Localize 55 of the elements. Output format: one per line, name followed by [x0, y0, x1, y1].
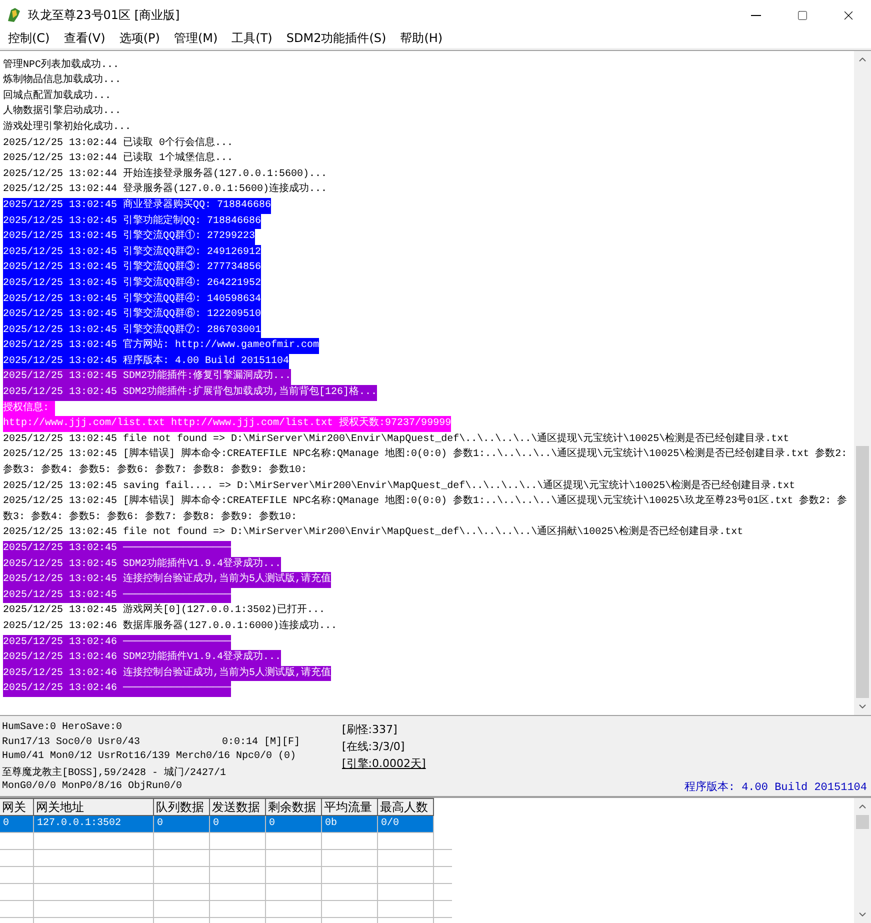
version-text: 程序版本: 4.00 Build 20151104 [684, 780, 867, 794]
log-line: 管理NPC列表加载成功... [3, 60, 120, 71]
status-text: 至尊魔龙教主[BOSS],59/2428 - 城门/2427/1 [2, 766, 226, 779]
log-line: 炼制物品信息加载成功... [3, 75, 122, 86]
table-cell[interactable]: 0 [0, 816, 34, 833]
status-text: MonG0/0/0 MonP0/8/16 ObjRun0/0 [2, 781, 182, 792]
log-line: 2025/12/25 13:02:46 数据库服务器(127.0.0.1:6000)连接成功... [3, 620, 338, 632]
log-line: 2025/12/25 13:02:45 游戏网关[0](127.0.0.1:3502)已打开... [3, 605, 326, 616]
column-header[interactable]: 平均流量 [322, 798, 378, 816]
column-header[interactable]: 发送数据 [210, 798, 266, 816]
log-line: 2025/12/25 13:02:45 saving fail.... => D:\MirServer\Mir200\Envir\MapQuest_def\..\..\..\..\通区提现\元宝统计\10025\检测是否已经创建目录.txt [3, 480, 796, 492]
log-line: 2025/12/25 13:02:45 file not found => D:\MirServer\Mir200\Envir\MapQuest_def\..\..\..\..\通区捐献\10025\检测是否已经创建目录.txt [3, 527, 744, 538]
column-header[interactable]: 网关地址 [34, 798, 154, 816]
menu-item[interactable]: SDM2功能插件(S) [280, 30, 392, 48]
table-cell[interactable]: 0 [266, 816, 322, 833]
scroll-thumb[interactable] [856, 446, 869, 698]
log-line: 2025/12/25 13:02:45 file not found => D:\MirServer\Mir200\Envir\MapQuest_def\..\..\..\..\通区提现\元宝统计\10025\检测是否已经创建目录.txt [3, 434, 790, 445]
counter-text: [在线:3/3/0] [342, 739, 406, 754]
menu-item[interactable]: 工具(T) [226, 30, 278, 48]
menu-item[interactable]: 管理(M) [168, 30, 224, 48]
table-cell[interactable]: 0 [154, 816, 210, 833]
log-line: 回城点配置加载成功... [3, 90, 112, 102]
menu-item[interactable]: 选项(P) [113, 30, 166, 48]
log-line: 游戏处理引擎初始化成功... [3, 122, 132, 133]
column-header[interactable]: 队列数据 [154, 798, 210, 816]
log-line: 2025/12/25 13:02:45 [脚本错误] 脚本命令:CREATEFILE NPC名称:QManage 地图:0(0:0) 参数1:..\..\..\..\通区提现\元宝统计\10025\检测是否已经创建目录.txt 参数2: 参数3: 参数4: 参数5: 参数6: 参数7: 参数8: 参数9: 参数10: [3, 449, 848, 476]
table-cell[interactable]: 0b [322, 816, 378, 833]
log-line: 2025/12/25 13:02:45 [脚本错误] 脚本命令:CREATEFILE NPC名称:QManage 地图:0(0:0) 参数1:..\..\..\..\通区提现\元宝统计\10025\玖龙至尊23号01区.txt 参数2: 参数3: 参数4: 参数5: 参数6: 参数7: 参数8: 参数9: 参数10: [3, 496, 848, 523]
menu-item[interactable]: 控制(C) [2, 30, 56, 48]
scroll-thumb[interactable] [856, 815, 869, 829]
table-cell[interactable]: 0/0 [378, 816, 434, 833]
maximize-icon [796, 10, 808, 20]
table-scrollbar[interactable] [854, 798, 871, 923]
log-line: 人物数据引擎启动成功... [3, 106, 122, 118]
log-line: 2025/12/25 13:02:44 开始连接登录服务器(127.0.0.1:5600)... [3, 168, 328, 180]
uptime-text: 0:0:14 [M][F] [222, 736, 300, 748]
log-scrollbar[interactable] [854, 50, 871, 715]
app-icon [6, 7, 22, 23]
table-cell[interactable]: 0 [210, 816, 266, 833]
status-text: Hum0/41 Mon0/12 UsrRot16/139 Merch0/16 Npc0/0 (0) [2, 751, 296, 762]
column-header[interactable]: 网关 [0, 798, 34, 816]
counter-text: [刷怪:337] [342, 722, 398, 737]
log-line: 2025/12/25 13:02:44 登录服务器(127.0.0.1:5600)连接成功... [3, 184, 328, 196]
menu-item[interactable]: 查看(V) [58, 30, 112, 48]
column-header[interactable]: 最高人数 [378, 798, 434, 816]
table-cell[interactable]: 127.0.0.1:3502 [34, 816, 154, 833]
window-title: 玖龙至尊23号01区 [商业版] [28, 6, 181, 24]
minimize-icon [751, 14, 761, 16]
status-text: Run17/13 Soc0/0 Usr0/43 [2, 736, 142, 748]
log-line: 2025/12/25 13:02:44 已读取 1个城堡信息... [3, 153, 234, 164]
status-text: HumSave:0 HeroSave:0 [2, 722, 122, 733]
log-line: 2025/12/25 13:02:44 已读取 0个行会信息... [3, 138, 234, 149]
column-header[interactable]: 剩余数据 [266, 798, 322, 816]
menu-item[interactable]: 帮助(H) [394, 30, 449, 48]
counter-text: [引擎:0.0002天] [342, 756, 426, 771]
